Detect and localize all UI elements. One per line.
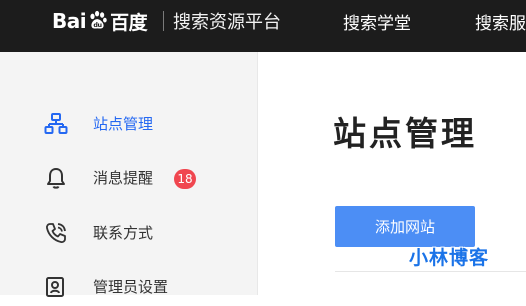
phone-icon [46,223,66,243]
sidebar-divider [257,52,258,295]
content-divider [335,271,526,272]
page-title: 站点管理 [333,114,477,153]
sidebar-item-label: 联系方式 [93,224,154,242]
logo-text-right: 百度 [110,11,148,34]
logo-text-left: Bai [52,9,87,33]
sidebar-item-site-management[interactable]: 站点管理 [0,103,257,143]
sitemap-icon [44,113,68,134]
add-website-button[interactable]: 添加网站 [335,206,475,247]
bell-icon [47,168,65,189]
watermark: 小林博客 [409,247,490,269]
paw-icon: du [90,10,107,29]
sidebar-item-label: 消息提醒 [93,169,154,187]
top-bar: Bai du 百度 搜索资源平台 搜索学堂 搜索服 [0,0,526,52]
sidebar-item-label: 站点管理 [93,115,154,133]
sidebar-item-notifications[interactable]: 消息提醒 18 [0,157,257,197]
baidu-logo[interactable]: Bai du 百度 [52,6,148,36]
logo-divider [163,11,164,31]
nav-item-search-service[interactable]: 搜索服 [475,9,526,34]
admin-settings-icon [46,277,64,297]
svg-text:du: du [94,21,103,29]
sidebar-item-label: 管理员设置 [93,278,169,296]
nav-item-search-academy[interactable]: 搜索学堂 [343,9,411,34]
sidebar-item-admin-settings[interactable]: 管理员设置 [0,266,257,306]
unread-count-badge: 18 [174,169,196,189]
sidebar-item-contact[interactable]: 联系方式 [0,212,257,252]
platform-title: 搜索资源平台 [173,12,281,33]
